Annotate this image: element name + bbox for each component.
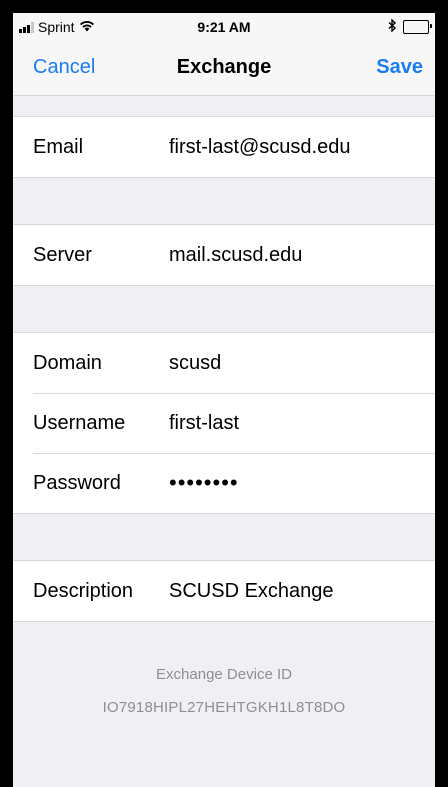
device-id-footer: Exchange Device ID IO7918HIPL27HEHTGKH1L… [13, 666, 435, 716]
description-group: Description SCUSD Exchange [13, 560, 435, 622]
description-label: Description [33, 579, 134, 602]
section-spacer [13, 96, 435, 116]
phone-screen: Sprint 9:21 AM Cancel Exchange Save Emai… [13, 13, 435, 787]
device-id-label: Exchange Device ID [156, 666, 292, 683]
password-label: Password [33, 471, 121, 494]
domain-field[interactable]: scusd [169, 352, 221, 375]
description-row[interactable]: Description SCUSD Exchange [13, 561, 435, 621]
server-field[interactable]: mail.scusd.edu [169, 244, 302, 267]
status-bar: Sprint 9:21 AM [13, 13, 435, 41]
account-group: Domain scusd Username first-last Passwor… [13, 332, 435, 514]
bluetooth-icon [388, 18, 397, 35]
navigation-bar: Cancel Exchange Save [13, 41, 435, 96]
email-group: Email first-last@scusd.edu [13, 116, 435, 178]
battery-icon [403, 20, 432, 34]
device-id-value: IO7918HIPL27HEHTGKH1L8T8DO [102, 699, 346, 716]
username-label: Username [33, 411, 126, 434]
save-button[interactable]: Save [376, 56, 423, 79]
section-spacer [13, 514, 435, 560]
page-title: Exchange [176, 56, 272, 78]
description-field[interactable]: SCUSD Exchange [169, 580, 334, 603]
server-label: Server [33, 243, 92, 266]
domain-row[interactable]: Domain scusd [13, 333, 435, 393]
server-group: Server mail.scusd.edu [13, 224, 435, 286]
email-row[interactable]: Email first-last@scusd.edu [13, 117, 435, 177]
username-field[interactable]: first-last [169, 412, 239, 435]
domain-label: Domain [33, 351, 102, 374]
status-time: 9:21 AM [197, 19, 251, 35]
password-row[interactable]: Password •••••••• [13, 453, 435, 513]
email-label: Email [33, 135, 84, 158]
server-row[interactable]: Server mail.scusd.edu [13, 225, 435, 285]
username-row[interactable]: Username first-last [13, 393, 435, 453]
section-spacer [13, 286, 435, 332]
status-right [388, 18, 432, 35]
password-field[interactable]: •••••••• [169, 470, 239, 496]
email-field[interactable]: first-last@scusd.edu [169, 136, 350, 159]
section-spacer [13, 178, 435, 224]
